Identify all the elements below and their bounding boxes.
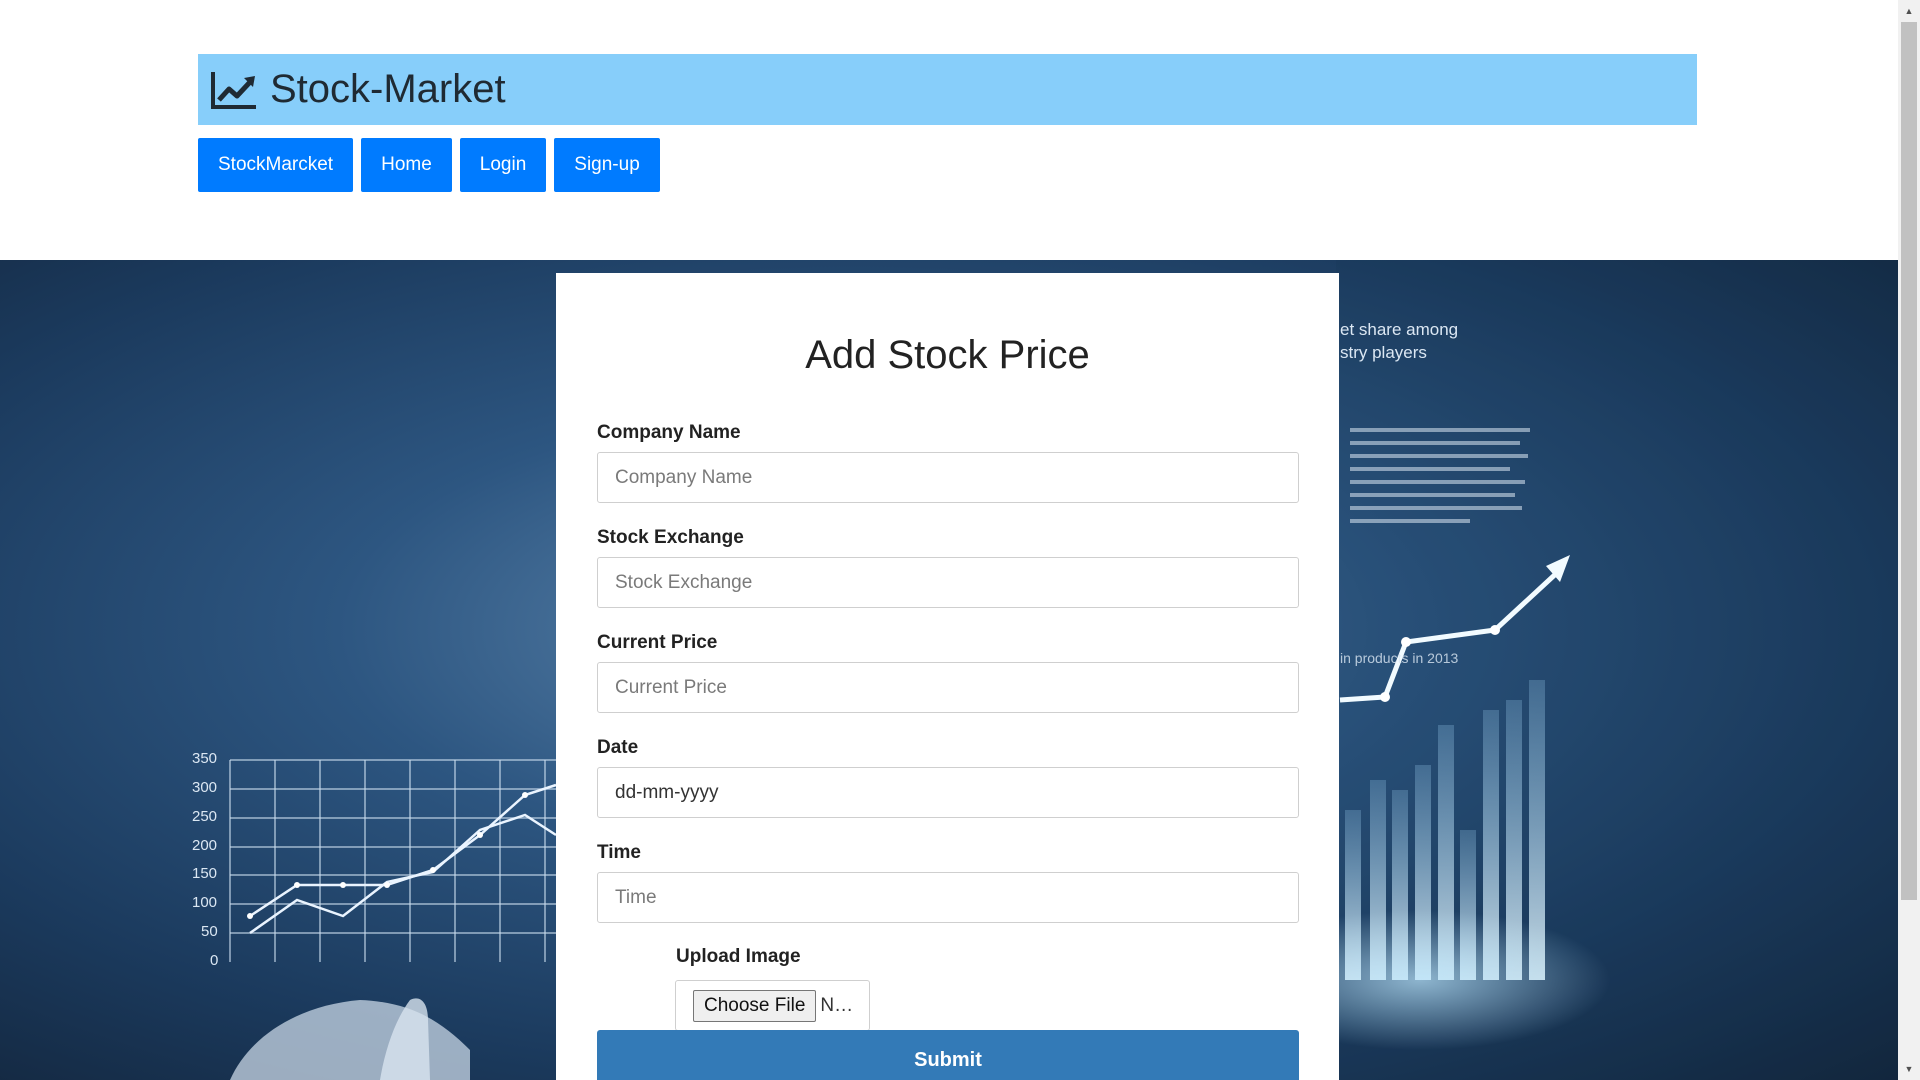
file-status-text: N… [820, 994, 854, 1016]
axis-tick: 250 [192, 808, 218, 825]
form-title: Add Stock Price [805, 333, 1090, 377]
axis-tick: 100 [192, 894, 218, 911]
scroll-down-arrow-icon[interactable]: ▼ [1898, 1058, 1920, 1080]
upload-image-field[interactable]: Choose File N… [675, 980, 870, 1031]
page: Stock-Market StockMarcket Home Login Sig… [0, 0, 1898, 1080]
date-label: Date [597, 737, 639, 758]
line-chart-icon [210, 70, 258, 110]
hero-text-top: et share among [1340, 320, 1459, 339]
company-name-input[interactable] [597, 452, 1299, 503]
scroll-up-arrow-icon[interactable]: ▲ [1898, 0, 1920, 22]
axis-tick: 0 [210, 952, 219, 969]
date-input[interactable]: dd-mm-yyyy [597, 767, 1299, 818]
time-input[interactable] [597, 872, 1299, 923]
nav-home-button[interactable]: Home [361, 138, 452, 192]
nav-stockmarcket-button[interactable]: StockMarcket [198, 138, 354, 192]
stock-exchange-input[interactable] [597, 557, 1299, 608]
axis-tick: 50 [201, 923, 218, 940]
current-price-label: Current Price [597, 632, 718, 653]
upload-image-label: Upload Image [676, 946, 801, 967]
axis-tick: 350 [192, 750, 218, 767]
main-nav: StockMarcket Home Login Sign-up [198, 138, 660, 192]
nav-signup-button[interactable]: Sign-up [554, 138, 660, 192]
submit-button[interactable]: Submit [597, 1030, 1299, 1080]
brand-title[interactable]: Stock-Market [270, 67, 506, 112]
date-input-value: dd-mm-yyyy [615, 781, 719, 803]
axis-tick: 200 [192, 837, 218, 854]
stock-exchange-label: Stock Exchange [597, 527, 744, 548]
axis-tick: 300 [192, 779, 218, 796]
choose-file-button[interactable]: Choose File [693, 989, 817, 1022]
company-name-label: Company Name [597, 422, 741, 443]
hero-text-mid: in products in 2013 [1340, 650, 1459, 666]
add-stock-price-form: Add Stock Price Company Name Stock Excha… [556, 273, 1339, 1080]
nav-login-button[interactable]: Login [459, 138, 547, 192]
scrollbar-thumb[interactable] [1901, 22, 1917, 900]
current-price-input[interactable] [597, 662, 1299, 713]
axis-tick: 150 [192, 865, 218, 882]
hero-text-top2: stry players [1340, 343, 1427, 362]
vertical-scrollbar[interactable]: ▲ ▼ [1898, 0, 1920, 1080]
time-label: Time [597, 842, 642, 863]
brand-bar: Stock-Market [198, 54, 1697, 125]
